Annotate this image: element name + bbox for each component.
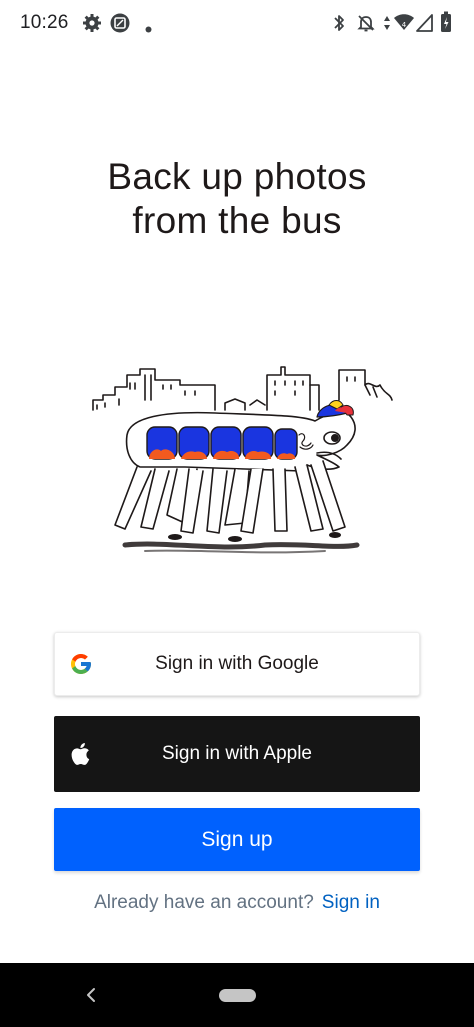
sign-up-button[interactable]: Sign up [54, 808, 420, 871]
bluetooth-icon [332, 13, 346, 38]
headline: Back up photos from the bus [0, 155, 474, 243]
wifi-icon: 4 [393, 12, 415, 37]
settings-icon [82, 13, 102, 38]
status-time: 10:26 [20, 12, 69, 33]
headline-line-1: Back up photos [107, 156, 367, 197]
google-icon [69, 652, 93, 676]
walking-bus-illustration [85, 355, 395, 565]
signal-icon [416, 13, 434, 38]
sign-in-link[interactable]: Sign in [322, 892, 380, 913]
home-pill-icon[interactable] [219, 989, 256, 1002]
back-icon[interactable] [82, 983, 102, 1007]
apple-button-label: Sign in with Apple [162, 743, 312, 764]
notification-dot-icon [145, 20, 152, 38]
sign-up-button-label: Sign up [201, 827, 273, 851]
svg-text:4: 4 [402, 21, 407, 29]
google-button-label: Sign in with Google [155, 653, 319, 674]
screenshot-icon [110, 13, 130, 38]
data-arrows-icon [382, 13, 392, 38]
system-navigation-bar [0, 963, 474, 1027]
welcome-screen: 10:26 4 Back up photos from the bus Sign… [0, 0, 474, 1027]
status-bar: 10:26 4 [0, 0, 474, 46]
notifications-off-icon [356, 13, 376, 38]
account-prompt-text: Already have an account? [94, 892, 314, 913]
sign-in-with-apple-button[interactable]: Sign in with Apple [54, 716, 420, 792]
sign-in-with-google-button[interactable]: Sign in with Google [54, 632, 420, 696]
apple-icon [70, 742, 90, 766]
headline-line-2: from the bus [132, 200, 342, 241]
battery-icon [440, 11, 452, 38]
sign-in-prompt: Already have an account? Sign in [0, 892, 474, 914]
